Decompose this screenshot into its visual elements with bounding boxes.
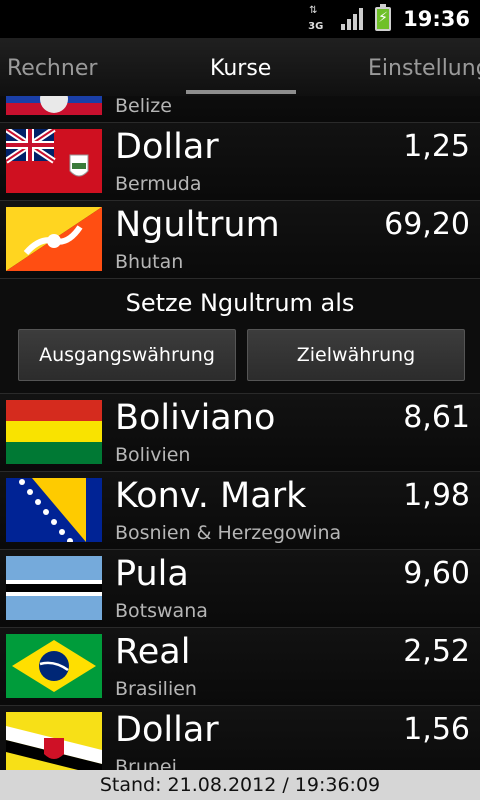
bolivia-flag-icon: [6, 400, 102, 464]
list-item[interactable]: Belize: [0, 96, 480, 122]
list-item[interactable]: Konv. Mark Bosnien & Herzegowina 1,98: [0, 471, 480, 549]
exchange-rate: 9,60: [403, 556, 470, 591]
country-name: Bosnien & Herzegowina: [115, 522, 342, 544]
network-3g-icon: ⇅ 3G: [307, 5, 329, 33]
bermuda-flag-icon: [6, 129, 102, 193]
tab-kurse[interactable]: Kurse: [210, 56, 271, 81]
country-name: Botswana: [115, 600, 208, 622]
exchange-rate: 8,61: [403, 400, 470, 435]
status-clock: 19:36: [403, 7, 470, 31]
battery-charging-icon: ⚡: [375, 4, 392, 31]
currency-name: Real: [115, 632, 191, 672]
charging-bolt-icon: ⚡: [378, 10, 388, 26]
network-type-label: 3G: [308, 21, 324, 32]
set-currency-panel: Setze Ngultrum als Ausgangswährung Zielw…: [0, 278, 480, 393]
botswana-flag-icon: [6, 556, 102, 620]
belize-flag-icon: [6, 96, 102, 115]
country-name: Bhutan: [115, 251, 184, 273]
currency-name: Konv. Mark: [115, 476, 307, 516]
country-name: Brunei: [115, 756, 177, 770]
list-item[interactable]: Boliviano Bolivien 8,61: [0, 393, 480, 471]
tab-rechner[interactable]: Rechner: [7, 56, 97, 81]
currency-name: Ngultrum: [115, 205, 280, 245]
list-item[interactable]: Pula Botswana 9,60: [0, 549, 480, 627]
set-currency-title: Setze Ngultrum als: [125, 289, 355, 317]
country-name: Belize: [115, 96, 172, 117]
brunei-flag-icon: [6, 712, 102, 770]
tab-bar: Rechner Kurse Einstellung: [0, 38, 480, 96]
currency-name: Dollar: [115, 127, 219, 167]
set-target-currency-button[interactable]: Zielwährung: [247, 329, 465, 381]
bhutan-flag-icon: [6, 207, 102, 271]
country-name: Bolivien: [115, 444, 191, 466]
last-updated-footer: Stand: 21.08.2012 / 19:36:09: [0, 770, 480, 800]
list-item[interactable]: Dollar Brunei 1,56: [0, 705, 480, 770]
status-bar: ⇅ 3G ⚡ 19:36: [0, 0, 480, 38]
exchange-rate: 1,25: [403, 129, 470, 164]
exchange-rate: 2,52: [403, 634, 470, 669]
exchange-rate: 1,98: [403, 478, 470, 513]
brazil-flag-icon: [6, 634, 102, 698]
currency-name: Boliviano: [115, 398, 276, 438]
set-source-currency-button[interactable]: Ausgangswährung: [18, 329, 236, 381]
currency-list[interactable]: Belize Dollar Bermuda 1,25 Ngultrum Bhut…: [0, 96, 480, 770]
country-name: Brasilien: [115, 678, 197, 700]
list-item[interactable]: Ngultrum Bhutan 69,20: [0, 200, 480, 278]
exchange-rate: 69,20: [384, 207, 470, 242]
bosnia-flag-icon: [6, 478, 102, 542]
list-item[interactable]: Dollar Bermuda 1,25: [0, 122, 480, 200]
exchange-rate: 1,56: [403, 712, 470, 747]
data-arrows-icon: ⇅: [309, 5, 317, 16]
list-item[interactable]: Real Brasilien 2,52: [0, 627, 480, 705]
active-tab-indicator: [186, 90, 296, 94]
signal-strength-icon: [341, 8, 364, 30]
tab-einstellungen[interactable]: Einstellung: [368, 56, 480, 81]
currency-name: Pula: [115, 554, 189, 594]
currency-name: Dollar: [115, 710, 219, 750]
country-name: Bermuda: [115, 173, 202, 195]
